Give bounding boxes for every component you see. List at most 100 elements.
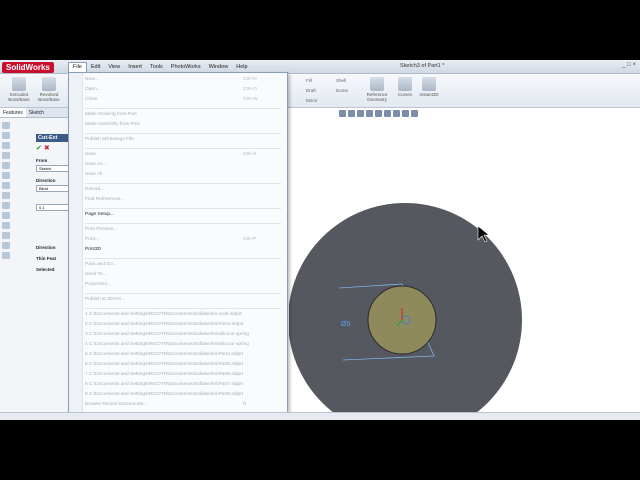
thin-feature-label[interactable]: Thin Feat	[36, 256, 70, 261]
file-menu-item-label: 8 C:\Documents and Settings\RICOTN\Docum…	[85, 382, 244, 387]
file-menu-item[interactable]: Page Setup...	[85, 212, 114, 217]
file-menu-item-shortcut: R	[243, 402, 247, 407]
dome-command[interactable]: Dome	[336, 88, 348, 93]
menu-separator	[85, 208, 281, 209]
file-menu-item: 5 C:\Documents and Settings\RICOTN\Docum…	[85, 352, 243, 357]
mirror-command[interactable]: Mirror	[306, 98, 318, 103]
offset-icon[interactable]	[2, 212, 10, 219]
file-menu-item: Find References...	[85, 197, 124, 202]
status-bar	[0, 412, 640, 420]
instant3d-command[interactable]: Instant3D	[414, 77, 444, 97]
revolve-boss-command[interactable]: Revolved Boss/Base	[34, 77, 64, 102]
file-menu-item: 6 C:\Documents and Settings\RICOTN\Docum…	[85, 362, 243, 367]
file-menu-item: Open... Ctrl+O	[85, 87, 257, 92]
property-manager: Cut-Ext ✔ ✖ From Sketch Direction Blind …	[36, 134, 70, 272]
file-menu-item-label: 7 C:\Documents and Settings\RICOTN\Docum…	[85, 372, 244, 377]
file-menu-item-label: Save	[85, 152, 96, 157]
file-menu-item: Print Preview...	[85, 227, 117, 232]
file-menu-item: Browse Recent Documents... R	[85, 402, 246, 407]
from-label: From	[36, 158, 48, 163]
file-menu-item-label: Publish to 3DVIA...	[85, 297, 126, 302]
mirror-entities-icon[interactable]	[2, 222, 10, 229]
file-menu-item: Reload...	[85, 187, 104, 192]
file-menu-item: New... Ctrl+N	[85, 77, 257, 82]
fill-command[interactable]: Fill	[306, 78, 312, 83]
line-icon[interactable]	[2, 122, 10, 129]
file-menu-item: Save As...	[85, 162, 107, 167]
depth-field[interactable]: 0.1	[36, 204, 70, 211]
menu-separator	[85, 183, 281, 184]
model-view: Ø5	[289, 203, 522, 420]
dimension-icon[interactable]	[2, 242, 10, 249]
menu-separator	[85, 293, 281, 294]
file-menu-item-label: 9 C:\Documents and Settings\RICOTN\Docum…	[85, 392, 244, 397]
centerline-icon[interactable]	[2, 192, 10, 199]
extrude-icon	[12, 77, 26, 91]
file-menu-item: 9 C:\Documents and Settings\RICOTN\Docum…	[85, 392, 243, 397]
file-menu-dropdown: New... Ctrl+N Open... Ctrl+O Close Ctrl+W Make…	[68, 72, 288, 420]
file-menu-item-label: Send To...	[85, 272, 107, 277]
graphics-area[interactable]: Ø5	[289, 108, 640, 420]
file-menu-item-shortcut: Ctrl+S	[243, 152, 257, 157]
menu-separator	[85, 133, 281, 134]
menu-separator	[85, 148, 281, 149]
file-menu-item: 4 C:\Documents and Settings\RICOTN\Docum…	[85, 342, 249, 347]
file-menu-item: Print... Ctrl+P	[85, 237, 256, 242]
draft-command[interactable]: Draft	[306, 88, 316, 93]
menu-separator	[85, 308, 281, 309]
file-menu-item: Publish eDrawings File	[85, 137, 134, 142]
ok-icon[interactable]: ✔	[36, 145, 42, 152]
file-menu-item-label: Reload...	[85, 187, 105, 192]
file-menu-item-label: Make Assembly from Part	[85, 122, 140, 127]
menu-separator	[85, 223, 281, 224]
file-menu-item: Pack and Go...	[85, 262, 117, 267]
file-menu-item-label: Close	[85, 97, 98, 102]
direction2-label[interactable]: Direction	[36, 245, 70, 250]
fillet-icon[interactable]	[2, 232, 10, 239]
direction-select[interactable]: Blind	[36, 185, 70, 192]
selected-contours-label[interactable]: Selected	[36, 267, 70, 272]
spline-icon[interactable]	[2, 162, 10, 169]
rectangle-icon[interactable]	[2, 132, 10, 139]
arc-icon[interactable]	[2, 152, 10, 159]
file-menu-item-label: 5 C:\Documents and Settings\RICOTN\Docum…	[85, 352, 244, 357]
menu-separator	[85, 258, 281, 259]
dimension-label[interactable]: Ø5	[341, 321, 350, 328]
tab-sketch[interactable]: Sketch	[26, 108, 47, 117]
from-select[interactable]: Sketch	[36, 165, 70, 172]
file-menu-item[interactable]: Print3D	[85, 247, 101, 252]
file-menu-item-shortcut: Ctrl+N	[243, 77, 257, 82]
tab-features[interactable]: Features	[0, 108, 26, 117]
window-controls[interactable]: _ □ ×	[622, 62, 636, 68]
file-menu-item-label: 4 C:\Documents and Settings\RICOTN\Docum…	[85, 342, 249, 347]
file-menu-item-label: Open...	[85, 87, 101, 92]
feature-manager-tabs: Features Sketch	[0, 108, 69, 118]
file-menu-item: 8 C:\Documents and Settings\RICOTN\Docum…	[85, 382, 243, 387]
ok-cancel: ✔ ✖	[36, 144, 70, 152]
revolve-icon	[42, 77, 56, 91]
file-menu-item: Close Ctrl+W	[85, 97, 258, 102]
instant3d-icon	[422, 77, 436, 91]
shell-command[interactable]: Shell	[336, 78, 346, 83]
file-menu-item-label: Save As...	[85, 162, 107, 167]
relations-icon[interactable]	[2, 252, 10, 259]
circle-icon[interactable]	[2, 142, 10, 149]
menu-separator	[85, 108, 281, 109]
file-menu-item: Save Ctrl+S	[85, 152, 256, 157]
file-menu-item-label: Make Drawing from Part	[85, 112, 137, 117]
curves-icon	[398, 77, 412, 91]
file-menu-item: 3 C:\Documents and Settings\RICOTN\Docum…	[85, 332, 249, 337]
file-menu-item: Save All	[85, 172, 102, 177]
cancel-icon[interactable]: ✖	[44, 145, 50, 152]
extrude-boss-command[interactable]: Extruded Boss/Base	[4, 77, 34, 102]
trim-icon[interactable]	[2, 202, 10, 209]
file-menu-item-label: Print3D	[85, 247, 101, 252]
property-title: Cut-Ext	[36, 134, 70, 142]
reference-geometry-command[interactable]: Reference Geometry	[360, 77, 394, 102]
polygon-icon[interactable]	[2, 172, 10, 179]
file-menu-item: Make Drawing from Part	[85, 112, 137, 117]
file-menu-item: Properties...	[85, 282, 111, 287]
point-icon[interactable]	[2, 182, 10, 189]
file-menu-item: 2 C:\Documents and Settings\RICOTN\Docum…	[85, 322, 244, 327]
solidworks-logo: SolidWorks	[2, 62, 54, 73]
